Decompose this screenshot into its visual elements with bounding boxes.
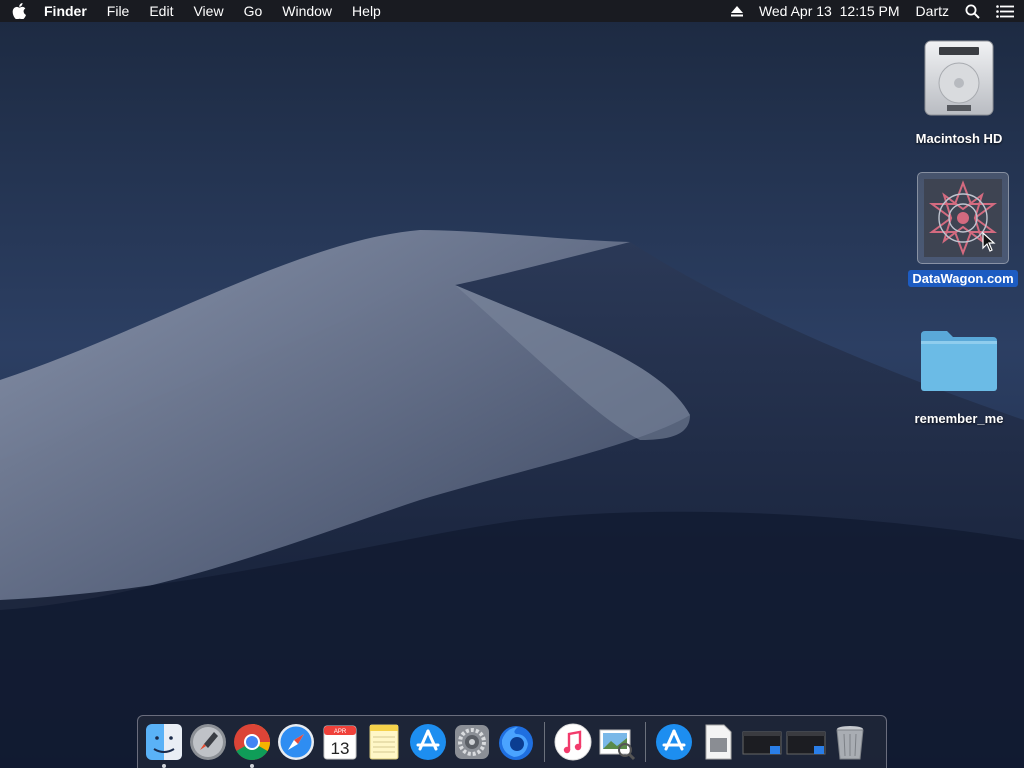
menu-edit[interactable]: Edit (139, 0, 183, 22)
dock-downloads-app-store[interactable] (652, 720, 696, 764)
menu-bar: Finder File Edit View Go Window Help Wed… (0, 0, 1024, 22)
app-store-icon (410, 724, 446, 760)
document-icon (705, 724, 732, 760)
apple-icon[interactable] (0, 0, 38, 22)
dock-safari[interactable] (274, 720, 318, 764)
dock-calendar[interactable]: APR 13 (318, 720, 362, 764)
dock-trash[interactable] (828, 720, 872, 764)
app-store-icon (656, 724, 692, 760)
running-indicator (162, 764, 166, 768)
desktop-wallpaper (0, 0, 1024, 768)
dock-window-1[interactable] (740, 720, 784, 764)
desktop-icon-datawagon[interactable]: DataWagon.com (908, 172, 1018, 287)
dock-system-preferences[interactable] (450, 720, 494, 764)
itunes-icon (554, 723, 592, 761)
running-indicator (250, 764, 254, 768)
safari-icon (278, 724, 314, 760)
system-preferences-icon (455, 725, 489, 759)
desktop-icon-macintosh-hd[interactable]: Macintosh HD (904, 32, 1014, 147)
notification-center-icon[interactable] (996, 4, 1014, 18)
dock-firefox[interactable] (494, 720, 538, 764)
dock-separator (544, 722, 545, 762)
calendar-icon: APR 13 (323, 725, 357, 760)
dock-notes[interactable] (362, 720, 406, 764)
dock-launchpad[interactable] (186, 720, 230, 764)
dock-window-2[interactable] (784, 720, 828, 764)
menu-window[interactable]: Window (272, 0, 342, 22)
desktop-icon-label: DataWagon.com (908, 270, 1018, 287)
dock-chrome[interactable] (230, 720, 274, 768)
dock-separator (645, 722, 646, 762)
eject-icon[interactable] (730, 5, 743, 17)
dock-document[interactable] (696, 720, 740, 764)
calendar-month: APR (334, 729, 347, 735)
menubar-clock[interactable]: Wed Apr 13 12:15 PM (759, 0, 900, 22)
dock-itunes[interactable] (551, 720, 595, 764)
menu-file[interactable]: File (97, 0, 140, 22)
desktop-icon-label: remember_me (914, 411, 1004, 426)
menu-help[interactable]: Help (342, 0, 391, 22)
finder-icon (146, 724, 182, 760)
trash-icon (836, 726, 864, 760)
desktop-icon-remember-me[interactable]: remember_me (904, 312, 1014, 427)
window-thumbnail-icon (786, 731, 826, 755)
hard-drive-icon[interactable] (913, 32, 1005, 124)
chrome-icon (234, 724, 270, 761)
dock: APR 13 (137, 715, 887, 768)
folder-icon[interactable] (913, 312, 1005, 404)
menu-view[interactable]: View (183, 0, 233, 22)
dock-finder[interactable] (142, 720, 186, 768)
notes-icon (369, 724, 399, 760)
menubar-user[interactable]: Dartz (916, 0, 949, 22)
firefox-icon (499, 726, 533, 760)
window-thumbnail-icon (742, 731, 782, 755)
menu-finder[interactable]: Finder (38, 0, 97, 22)
preview-icon (599, 729, 636, 761)
launchpad-icon (190, 724, 226, 760)
mouse-cursor-icon (982, 231, 996, 252)
desktop-icon-label: Macintosh HD (915, 131, 1003, 146)
dock-app-store[interactable] (406, 720, 450, 764)
spotlight-search-icon[interactable] (965, 4, 980, 19)
dock-preview[interactable] (595, 720, 639, 764)
calendar-day: 13 (331, 739, 350, 758)
menu-go[interactable]: Go (234, 0, 273, 22)
